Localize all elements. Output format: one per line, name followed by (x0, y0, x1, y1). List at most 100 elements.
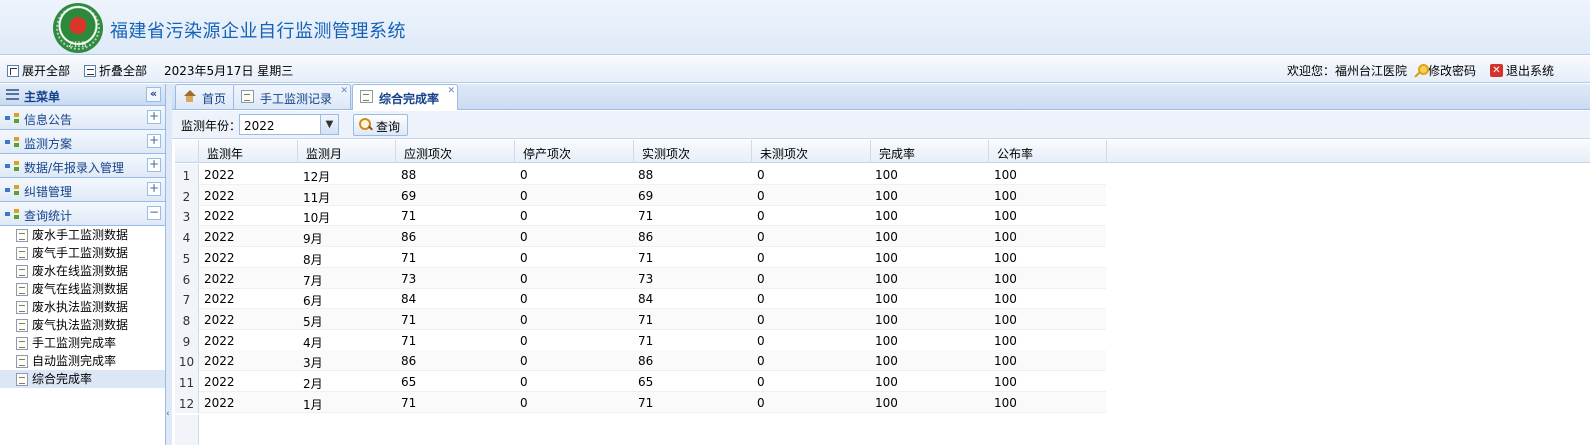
column-header[interactable]: 监测月 (298, 140, 396, 163)
table-cell: 100 (875, 333, 898, 348)
row-number: 11 (175, 371, 199, 392)
table-cell: 2022 (204, 209, 235, 224)
sidebar-header: 主菜单 « (0, 84, 165, 106)
column-header[interactable]: 停产项次 (515, 140, 634, 163)
tab-manual-records[interactable]: 手工监测记录 ✕ (233, 84, 352, 109)
tab-home[interactable]: 首页 (175, 84, 236, 109)
sidebar-section-plan[interactable]: 监测方案 + (0, 130, 165, 154)
sidebar-item-wastewater-online[interactable]: 废水在线监测数据 (0, 262, 165, 280)
sidebar-item-wastewater-manual[interactable]: 废水手工监测数据 (0, 226, 165, 244)
table-cell: 100 (994, 312, 1017, 327)
year-value: 2022 (244, 119, 275, 133)
sidebar-item-gas-enforcement[interactable]: 废气执法监测数据 (0, 316, 165, 334)
column-header[interactable]: 监测年 (199, 140, 298, 163)
sidebar-section-correction[interactable]: 纠错管理 + (0, 178, 165, 202)
sidebar-item-wastewater-enforcement[interactable]: 废水执法监测数据 (0, 298, 165, 316)
home-icon (183, 90, 196, 103)
table-row[interactable]: 6 2022 7月 73 0 73 0 100 100 (175, 267, 1106, 289)
year-select[interactable]: 2022 ▼ (239, 114, 339, 135)
table-cell: 100 (994, 395, 1017, 410)
expand-toggle-icon[interactable]: + (147, 110, 161, 124)
menu-icon (6, 89, 19, 100)
row-number: 9 (175, 329, 199, 351)
expand-toggle-icon[interactable]: + (147, 158, 161, 172)
table-cell: 100 (994, 209, 1017, 224)
close-icon[interactable]: ✕ (447, 86, 455, 96)
page-icon (16, 265, 28, 278)
collapse-toggle-icon[interactable]: − (147, 206, 161, 220)
table-cell: 71 (401, 312, 417, 327)
table-row[interactable]: 12 2022 1月 71 0 71 0 100 100 (175, 391, 1106, 413)
expand-all-label: 展开全部 (22, 64, 71, 78)
table-row[interactable]: 4 2022 9月 86 0 86 0 100 100 (175, 226, 1106, 248)
page-icon (241, 90, 254, 103)
table-cell: 100 (994, 375, 1017, 389)
change-password-link[interactable]: 修改密码 (1412, 62, 1476, 79)
sidebar-item-manual-completion[interactable]: 手工监测完成率 (0, 334, 165, 352)
page-icon (16, 283, 28, 296)
sidebar-item-auto-completion[interactable]: 自动监测完成率 (0, 352, 165, 370)
page-icon (16, 247, 28, 260)
table-row[interactable]: 10 2022 3月 86 0 86 0 100 100 (175, 350, 1106, 372)
table-cell: 100 (994, 271, 1017, 286)
logo: ZHB (53, 3, 103, 53)
column-header[interactable]: 未测项次 (752, 140, 871, 163)
table-cell: 0 (520, 312, 528, 327)
close-icon[interactable]: ✕ (340, 86, 348, 96)
column-header[interactable]: 应测项次 (396, 140, 515, 163)
page-icon (16, 373, 28, 386)
sidebar-item-label: 手工监测完成率 (32, 336, 117, 350)
column-header[interactable]: 完成率 (871, 140, 989, 163)
sidebar-section-info[interactable]: 信息公告 + (0, 106, 165, 130)
sidebar-item-gas-online[interactable]: 废气在线监测数据 (0, 280, 165, 298)
collapse-all-button[interactable]: 折叠全部 (84, 62, 147, 79)
table-row[interactable]: 9 2022 4月 71 0 71 0 100 100 (175, 329, 1106, 351)
table-cell: 100 (875, 312, 898, 327)
change-password-label: 修改密码 (1428, 64, 1477, 78)
sidebar-item-label: 废水执法监测数据 (32, 300, 129, 314)
sidebar-collapse-button[interactable]: « (146, 87, 161, 102)
table-row[interactable]: 5 2022 8月 71 0 71 0 100 100 (175, 246, 1106, 268)
sidebar-item-overall-completion[interactable]: 综合完成率 (0, 370, 165, 388)
data-grid: 监测年 监测月 应测项次 停产项次 实测项次 未测项次 完成率 公布率 1 202… (175, 140, 1590, 445)
sidebar-item-gas-manual[interactable]: 废气手工监测数据 (0, 244, 165, 262)
table-row[interactable]: 2 2022 11月 69 0 69 0 100 100 (175, 184, 1106, 206)
column-header[interactable]: 公布率 (989, 140, 1107, 163)
sidebar-section-data-entry[interactable]: 数据/年报录入管理 + (0, 154, 165, 178)
table-cell: 8月 (303, 252, 323, 267)
table-cell: 2022 (204, 395, 235, 410)
table-cell: 0 (757, 354, 765, 369)
tab-overall-completion[interactable]: 综合完成率 ✕ (352, 84, 459, 110)
expand-toggle-icon[interactable]: + (147, 134, 161, 148)
welcome-text: 欢迎您：福州台江医院 (1287, 64, 1408, 78)
table-cell: 0 (520, 375, 528, 389)
table-cell: 100 (875, 209, 898, 224)
table-cell: 1月 (303, 397, 323, 412)
chevron-down-icon[interactable]: ▼ (320, 115, 338, 134)
row-number: 4 (175, 226, 199, 248)
sidebar: 主菜单 « 信息公告 + 监测方案 + 数据/年报录入管理 + 纠错管理 + 查… (0, 84, 166, 445)
table-cell: 73 (401, 271, 417, 286)
table-cell: 86 (638, 354, 654, 369)
expand-all-button[interactable]: 展开全部 (7, 62, 70, 79)
table-cell: 2022 (204, 354, 235, 369)
table-cell: 2022 (204, 188, 235, 203)
table-cell: 0 (520, 209, 528, 224)
splitter-arrow-icon[interactable]: ‹ (166, 409, 170, 419)
table-row[interactable]: 7 2022 6月 84 0 84 0 100 100 (175, 288, 1106, 310)
table-cell: 71 (638, 209, 654, 224)
table-cell: 71 (638, 312, 654, 327)
table-cell: 100 (875, 395, 898, 410)
expand-toggle-icon[interactable]: + (147, 182, 161, 196)
query-button[interactable]: 查询 (353, 114, 408, 136)
table-row[interactable]: 3 2022 10月 71 0 71 0 100 100 (175, 205, 1106, 227)
table-row[interactable]: 8 2022 5月 71 0 71 0 100 100 (175, 308, 1106, 330)
column-header[interactable]: 实测项次 (634, 140, 752, 163)
sidebar-section-label: 数据/年报录入管理 (24, 161, 125, 175)
table-row[interactable]: 1 2022 12月 88 0 88 0 100 100 (175, 164, 1106, 185)
table-cell: 86 (638, 230, 654, 245)
logout-link[interactable]: ✕ 退出系统 (1490, 62, 1554, 79)
table-cell: 86 (401, 230, 417, 245)
sidebar-section-query[interactable]: 查询统计 − (0, 202, 165, 226)
table-row[interactable]: 11 2022 2月 65 0 65 0 100 100 (175, 371, 1106, 392)
